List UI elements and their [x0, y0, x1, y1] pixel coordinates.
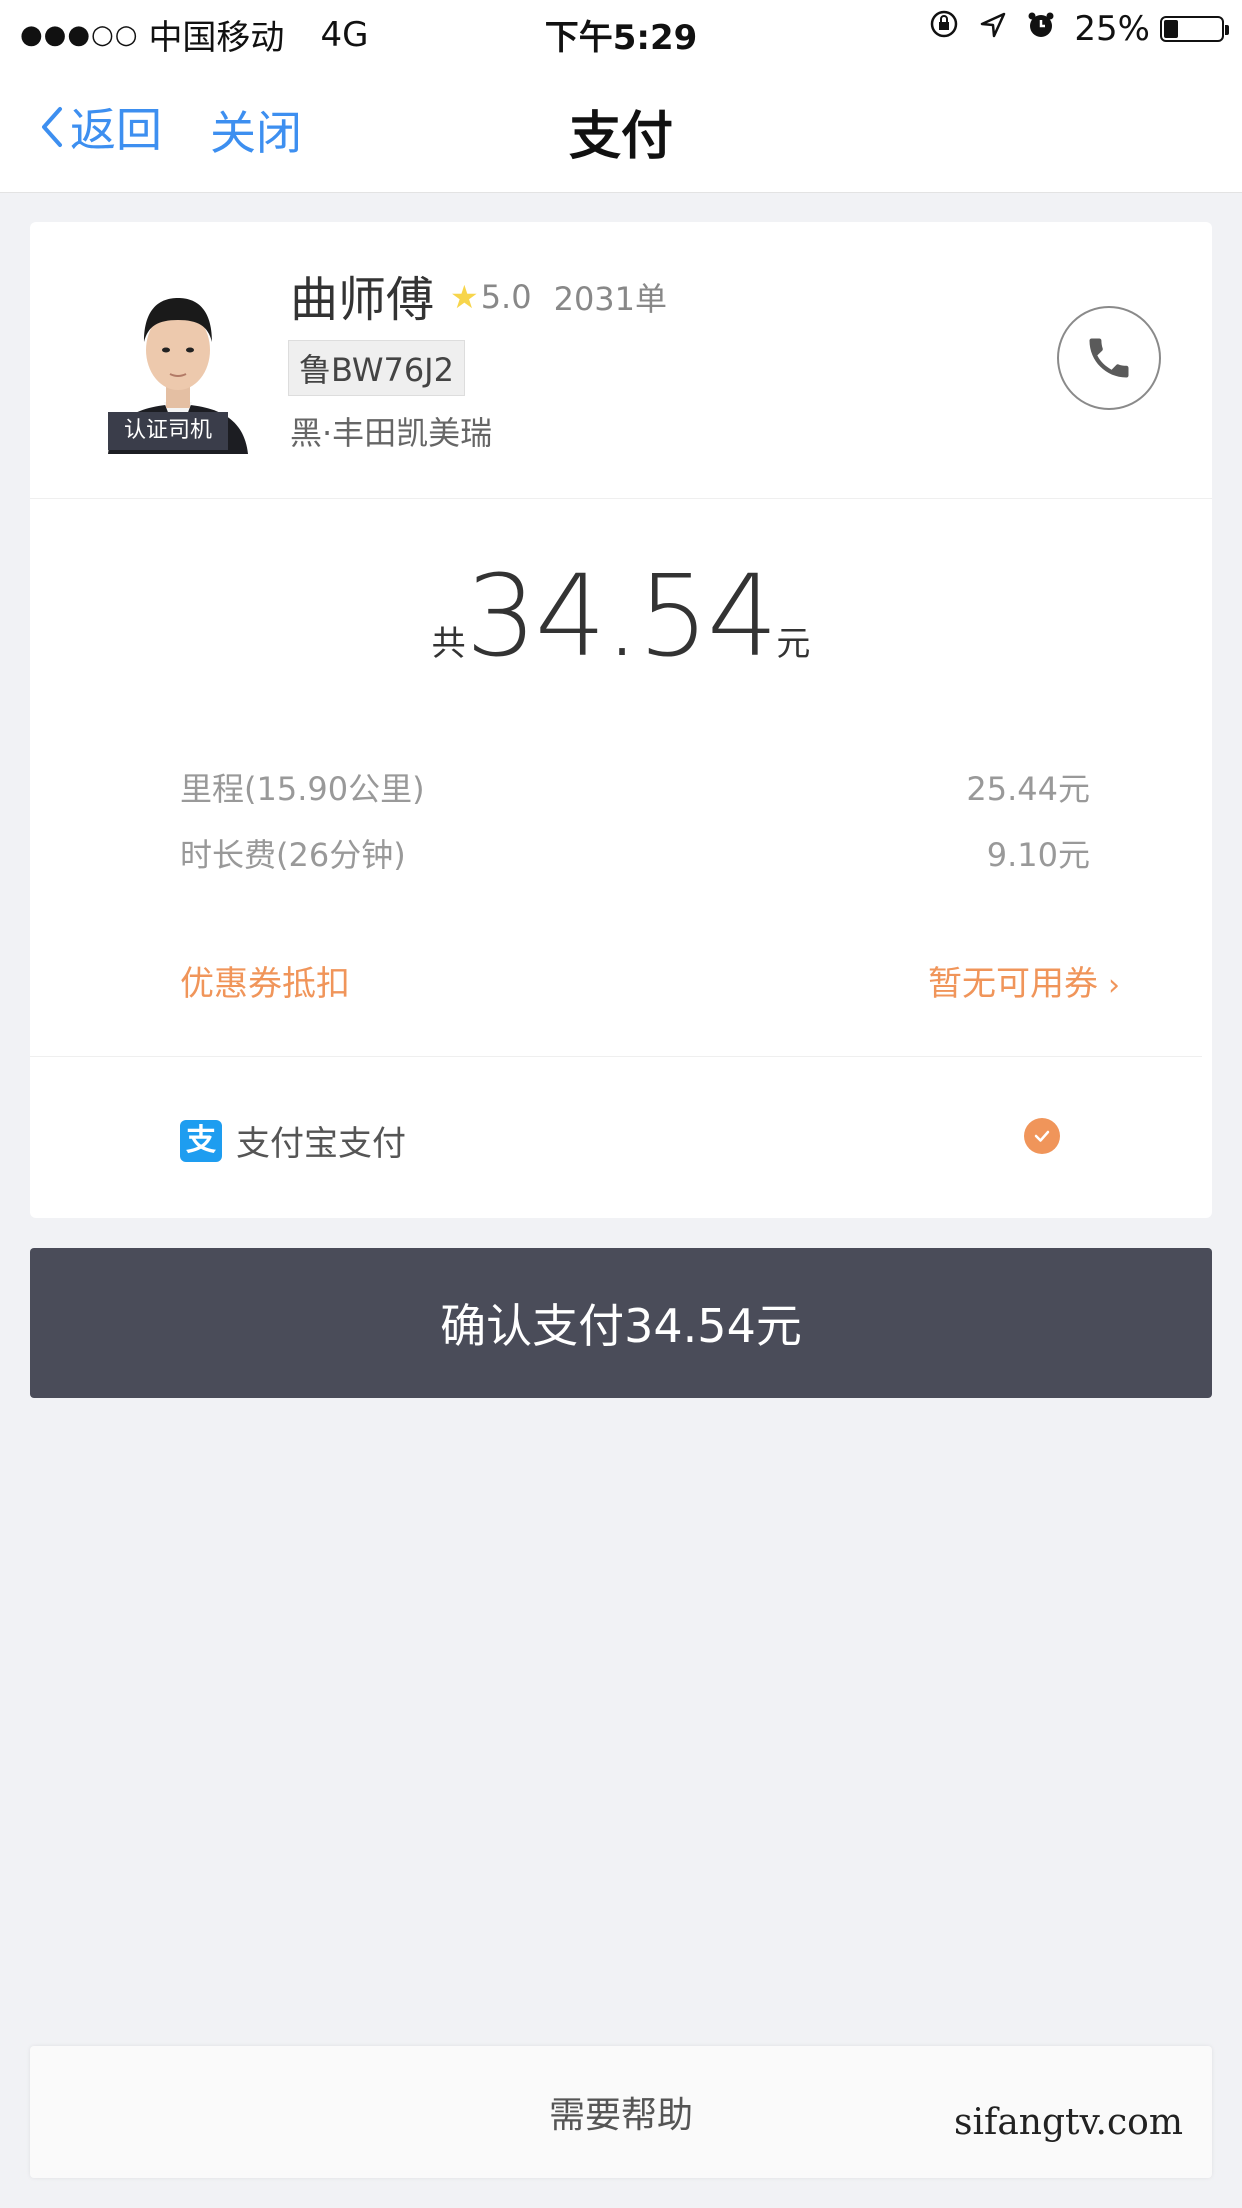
phone-icon	[1089, 338, 1129, 378]
call-driver-button[interactable]	[1057, 306, 1161, 410]
license-plate: 鲁BW76J2	[288, 340, 465, 396]
checkmark-icon	[1034, 1130, 1050, 1142]
alarm-clock-icon	[1026, 9, 1056, 49]
fee-label: 时长费(26分钟)	[180, 836, 406, 874]
certified-driver-badge: 认证司机	[108, 412, 228, 450]
star-icon: ★	[450, 278, 479, 316]
page-title: 支付	[568, 107, 673, 167]
car-model: 黑·丰田凯美瑞	[290, 414, 493, 452]
chevron-right-icon: ›	[1108, 968, 1120, 1003]
battery-level	[1164, 19, 1178, 38]
total-unit: 元	[776, 624, 811, 664]
fee-row-mileage: 里程(15.90公里) 25.44元	[180, 764, 1090, 810]
coupon-value: 暂无可用券 ›	[928, 964, 1120, 1004]
fee-label: 里程(15.90公里)	[180, 770, 425, 808]
fee-value: 25.44元	[966, 770, 1090, 808]
alipay-icon: 支	[180, 1119, 222, 1162]
nav-bar: 返回 关闭 支付	[0, 62, 1242, 193]
battery-icon	[1160, 15, 1229, 42]
payment-card: 认证司机 曲师傅 ★ 5.0 2031单 鲁BW76J2 黑·丰田凯美瑞 共34…	[30, 222, 1212, 1218]
battery-percent: 25%	[1074, 8, 1150, 49]
rating-value: 5.0	[480, 278, 532, 316]
divider	[30, 1056, 1202, 1057]
status-right: 25%	[910, 8, 1229, 49]
order-count: 2031单	[553, 280, 668, 318]
driver-info: 认证司机 曲师傅 ★ 5.0 2031单 鲁BW76J2 黑·丰田凯美瑞	[30, 222, 1212, 499]
rotation-lock-icon	[928, 8, 960, 49]
total-amount: 34.54	[465, 552, 779, 682]
location-arrow-icon	[978, 9, 1008, 49]
payment-method-alipay[interactable]: 支 支付宝支付	[180, 1116, 406, 1165]
confirm-payment-button[interactable]: 确认支付34.54元	[30, 1248, 1212, 1398]
total-fare: 共34.54元	[30, 552, 1212, 682]
coupon-row[interactable]: 优惠券抵扣 暂无可用券 ›	[180, 956, 1120, 1005]
total-prefix: 共	[431, 624, 466, 664]
driver-rating: ★ 5.0 2031单	[450, 274, 667, 320]
fee-row-duration: 时长费(26分钟) 9.10元	[180, 830, 1090, 876]
fee-value: 9.10元	[986, 836, 1090, 874]
status-bar: ●●●○○ 中国移动 4G 下午5:29 25%	[0, 0, 1242, 62]
payment-method-label: 支付宝支付	[236, 1124, 406, 1164]
coupon-label: 优惠券抵扣	[180, 964, 350, 1004]
payment-selected-check[interactable]	[1024, 1118, 1060, 1154]
watermark: sifangtv.com	[954, 2102, 1183, 2143]
driver-name: 曲师傅	[290, 272, 435, 328]
